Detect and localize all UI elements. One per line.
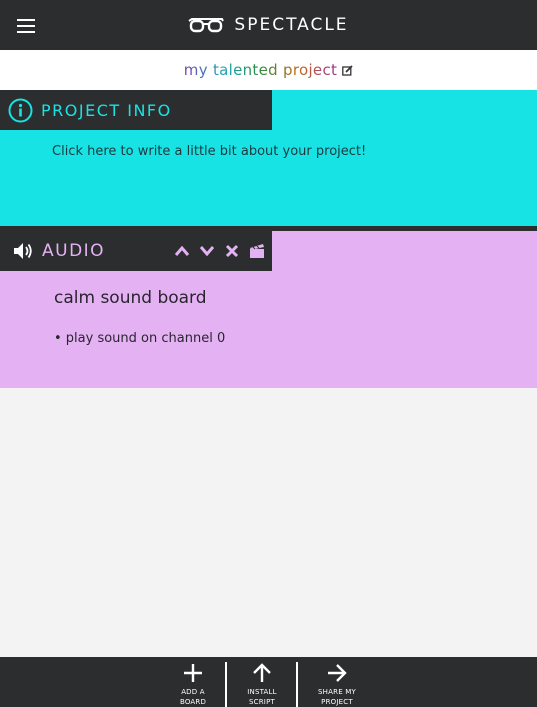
project-description[interactable]: Click here to write a little bit about y… [52, 144, 366, 159]
info-icon [8, 98, 33, 122]
close-icon[interactable] [223, 242, 241, 260]
share-project-line2: PROJECT [321, 698, 353, 706]
audio-toolbar [173, 231, 272, 271]
add-board-line1: ADD A [181, 688, 205, 696]
arrow-up-icon [253, 663, 271, 682]
glasses-icon [188, 18, 225, 33]
brand-name: SPECTACLE [234, 15, 349, 35]
project-info-label: PROJECT INFO [41, 100, 172, 120]
edit-icon[interactable] [342, 64, 353, 76]
arrow-right-icon [328, 664, 347, 682]
bottom-divider [296, 662, 298, 707]
audio-board: AUDIO calm sound board • play sound on c… [0, 231, 537, 388]
audio-label: AUDIO [42, 241, 106, 261]
bottom-bar: ADD A BOARD INSTALL SCRIPT SHARE MY PROJ… [0, 657, 537, 707]
install-script-label: INSTALL SCRIPT [247, 687, 276, 707]
project-title[interactable]: my talented project [184, 61, 337, 79]
command-item[interactable]: • play sound on channel 0 [54, 331, 225, 346]
brand[interactable]: SPECTACLE [0, 0, 537, 50]
install-script-line2: SCRIPT [249, 698, 275, 706]
share-project-line1: SHARE MY [318, 688, 356, 696]
add-board-label: ADD A BOARD [180, 687, 206, 707]
plus-icon [184, 664, 202, 682]
board-name[interactable]: calm sound board [54, 288, 207, 308]
project-info-board: PROJECT INFO Click here to write a littl… [0, 90, 537, 226]
audio-header: AUDIO [0, 231, 272, 271]
share-project-label: SHARE MY PROJECT [318, 687, 356, 707]
install-script-line1: INSTALL [247, 688, 277, 696]
add-board-button[interactable]: ADD A BOARD [172, 657, 214, 707]
chevron-up-icon[interactable] [173, 242, 191, 260]
chevron-down-icon[interactable] [198, 242, 216, 260]
project-info-header: PROJECT INFO [0, 90, 272, 130]
project-title-strip: my talented project [0, 50, 537, 90]
hamburger-icon[interactable] [15, 14, 37, 36]
project-title-text: my talented project [183, 61, 338, 79]
top-bar: SPECTACLE [0, 0, 537, 50]
install-script-button[interactable]: INSTALL SCRIPT [240, 657, 284, 707]
add-board-line2: BOARD [179, 698, 207, 706]
share-project-button[interactable]: SHARE MY PROJECT [312, 657, 362, 707]
speaker-icon [14, 243, 32, 259]
bottom-divider [225, 662, 227, 707]
clapperboard-icon[interactable] [248, 242, 266, 260]
